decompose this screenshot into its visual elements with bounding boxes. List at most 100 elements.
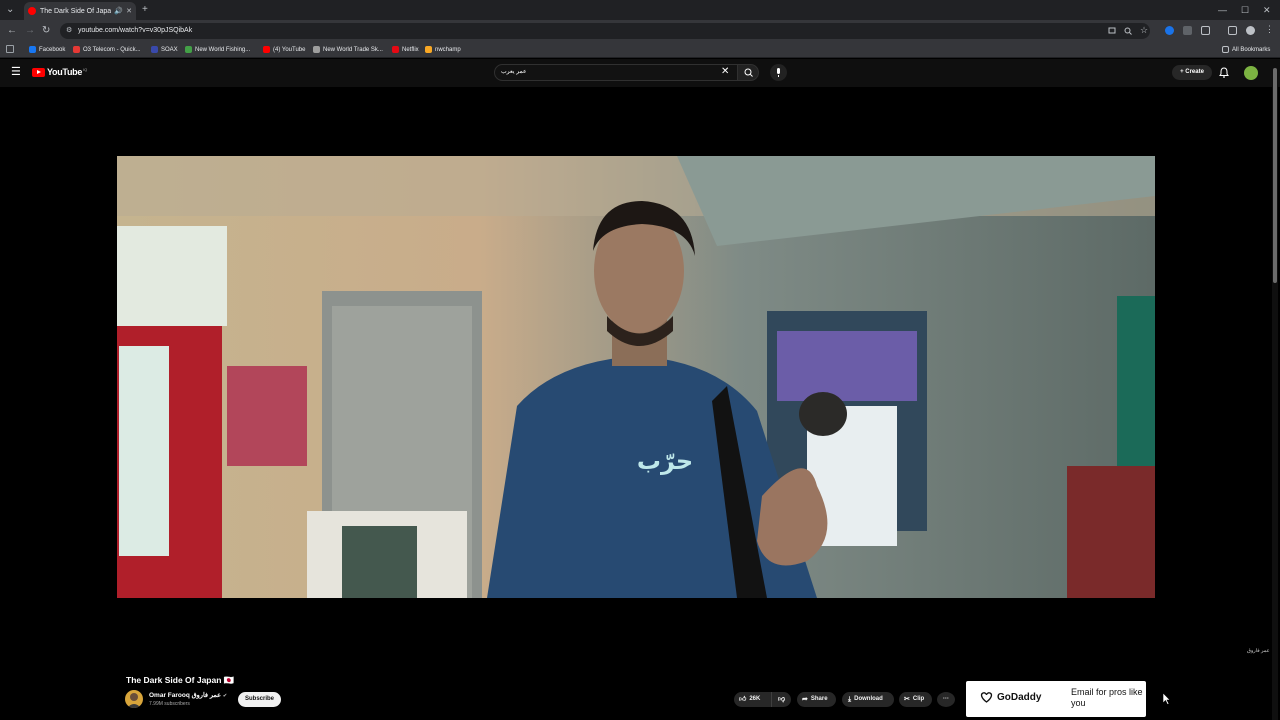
bookmark-item[interactable]: nwchamp — [425, 46, 461, 53]
godaddy-logo[interactable]: GoDaddy — [980, 692, 1041, 703]
share-icon: ➦ — [802, 696, 808, 703]
subscribe-button[interactable]: Subscribe — [238, 692, 281, 707]
create-button[interactable]: + Create — [1172, 65, 1212, 80]
browser-tab[interactable]: The Dark Side Of Japan 🇯🇵 🔊 ✕ — [24, 2, 136, 20]
scrollbar-thumb[interactable] — [1273, 68, 1277, 283]
notifications-bell-icon[interactable] — [1219, 67, 1229, 78]
country-code: IQ — [83, 66, 88, 72]
reload-icon[interactable]: ↻ — [42, 24, 50, 38]
thumbs-up-icon: 👍︎ — [739, 696, 747, 703]
microphone-icon — [777, 68, 780, 77]
bookmark-label: O3 Telecom - Quick... — [83, 46, 141, 53]
download-icon: ⤓ — [848, 696, 852, 703]
cast-icon[interactable] — [1108, 27, 1116, 35]
bookmark-favicon-icon — [313, 46, 320, 53]
forward-icon[interactable]: → — [25, 24, 35, 38]
subscriber-count: 7.99M subscribers — [149, 701, 190, 707]
download-button[interactable]: ⤓ Download — [842, 692, 894, 707]
bookmark-favicon-icon — [73, 46, 80, 53]
bookmark-item[interactable]: New World Trade Sk... — [313, 46, 383, 53]
mouse-cursor-icon — [1163, 693, 1171, 705]
address-bar[interactable]: ⚙ youtube.com/watch?v=v30pJSQibAk — [60, 23, 1150, 39]
folder-icon — [1222, 46, 1229, 53]
browser-menu-icon[interactable]: ⋮ — [1265, 24, 1274, 35]
minimize-icon[interactable]: — — [1218, 3, 1227, 17]
search-input[interactable]: عمر يعرب — [494, 64, 738, 81]
all-bookmarks[interactable]: All Bookmarks — [1222, 46, 1270, 53]
bookmark-favicon-icon — [263, 46, 270, 53]
clear-search-icon[interactable]: ✕ — [721, 66, 729, 78]
channel-avatar[interactable] — [125, 690, 143, 708]
shirt-print-text: حرّب — [637, 447, 693, 475]
like-button[interactable]: 👍︎ 26K — [734, 692, 771, 707]
more-actions-button[interactable]: ··· — [937, 692, 955, 707]
thumbs-down-icon: 👎︎ — [778, 696, 786, 703]
account-avatar[interactable] — [1244, 66, 1258, 80]
extension-s-icon[interactable] — [1183, 26, 1192, 35]
bookmark-label: (4) YouTube — [273, 46, 306, 53]
youtube-play-logo-icon — [32, 67, 45, 77]
extensions-puzzle-icon[interactable] — [1201, 26, 1210, 35]
tab-search-icon[interactable]: ⌄ — [6, 3, 14, 17]
create-label: Create — [1185, 69, 1204, 75]
bookmark-favicon-icon — [425, 46, 432, 53]
back-icon[interactable]: ← — [7, 24, 17, 38]
tab-close-icon[interactable]: ✕ — [126, 7, 132, 15]
youtube-logo-text: YouTube — [47, 67, 83, 77]
bookmark-favicon-icon — [29, 46, 36, 53]
like-count: 26K — [749, 696, 761, 702]
youtube-logo[interactable]: YouTube IQ — [32, 67, 87, 77]
profile-icon[interactable] — [1246, 26, 1255, 35]
channel-name[interactable]: Omar Farooq عمر فاروق ✔ — [149, 691, 227, 699]
channel-name-text: Omar Farooq عمر فاروق — [149, 692, 222, 699]
bookmark-item[interactable]: Netflix — [392, 46, 419, 53]
share-label: Share — [810, 696, 828, 702]
zoom-icon[interactable] — [1124, 27, 1132, 35]
ad-text: Email for pros like you — [1071, 687, 1143, 708]
search-button[interactable] — [737, 64, 759, 81]
video-still-image: حرّب — [117, 156, 1155, 598]
window-close-icon[interactable]: ✕ — [1263, 3, 1271, 17]
scissors-icon: ✂ — [904, 696, 910, 703]
verified-badge-icon: ✔ — [222, 693, 228, 699]
bookmark-label: nwchamp — [435, 46, 461, 53]
all-bookmarks-label: All Bookmarks — [1232, 46, 1271, 53]
ad-brand: GoDaddy — [997, 692, 1042, 703]
guide-menu-icon[interactable]: ☰ — [11, 66, 21, 78]
bookmark-item[interactable]: O3 Telecom - Quick... — [73, 46, 141, 53]
youtube-favicon-icon — [28, 7, 36, 15]
extension-blue-icon[interactable] — [1165, 26, 1174, 35]
bookmark-item[interactable]: SOAX — [151, 46, 178, 53]
bookmark-star-icon[interactable]: ☆ — [1140, 25, 1148, 36]
bookmark-item[interactable]: New World Fishing... — [185, 46, 250, 53]
bookmark-item[interactable]: (4) YouTube — [263, 46, 305, 53]
dislike-button[interactable]: 👎︎ — [771, 692, 791, 707]
new-tab-icon[interactable]: + — [142, 3, 148, 17]
bookmark-item[interactable]: Facebook — [29, 46, 65, 53]
bookmark-label: Netflix — [402, 46, 419, 53]
video-frame[interactable]: حرّب — [117, 156, 1155, 598]
side-panel-icon[interactable] — [1228, 26, 1237, 35]
bookmark-label: New World Trade Sk... — [323, 46, 383, 53]
maximize-icon[interactable]: ☐ — [1241, 3, 1249, 17]
channel-avatar-image — [127, 693, 141, 708]
url-text: youtube.com/watch?v=v30pJSQibAk — [78, 27, 193, 34]
bookmark-label: Facebook — [39, 46, 66, 53]
bookmark-label: New World Fishing... — [195, 46, 251, 53]
site-info-icon[interactable]: ⚙ — [66, 23, 72, 39]
voice-search-button[interactable] — [770, 64, 787, 81]
search-icon — [744, 68, 753, 77]
clip-button[interactable]: ✂ Clip — [899, 692, 932, 707]
search-query: عمر يعرب — [501, 69, 527, 75]
share-button[interactable]: ➦ Share — [797, 692, 836, 707]
video-title: The Dark Side Of Japan 🇯🇵 — [126, 675, 235, 685]
bookmark-favicon-icon — [151, 46, 158, 53]
godaddy-logo-icon — [980, 692, 993, 703]
download-label: Download — [854, 696, 883, 702]
bookmark-label: SOAX — [161, 46, 178, 53]
browser-tab-title: The Dark Side Of Japan 🇯🇵 — [40, 8, 112, 15]
channel-watermark[interactable]: عمر فاروق — [1247, 648, 1270, 654]
more-actions-icon: ··· — [943, 696, 949, 702]
audio-playing-icon[interactable]: 🔊 — [114, 7, 123, 15]
apps-icon[interactable] — [6, 45, 14, 53]
